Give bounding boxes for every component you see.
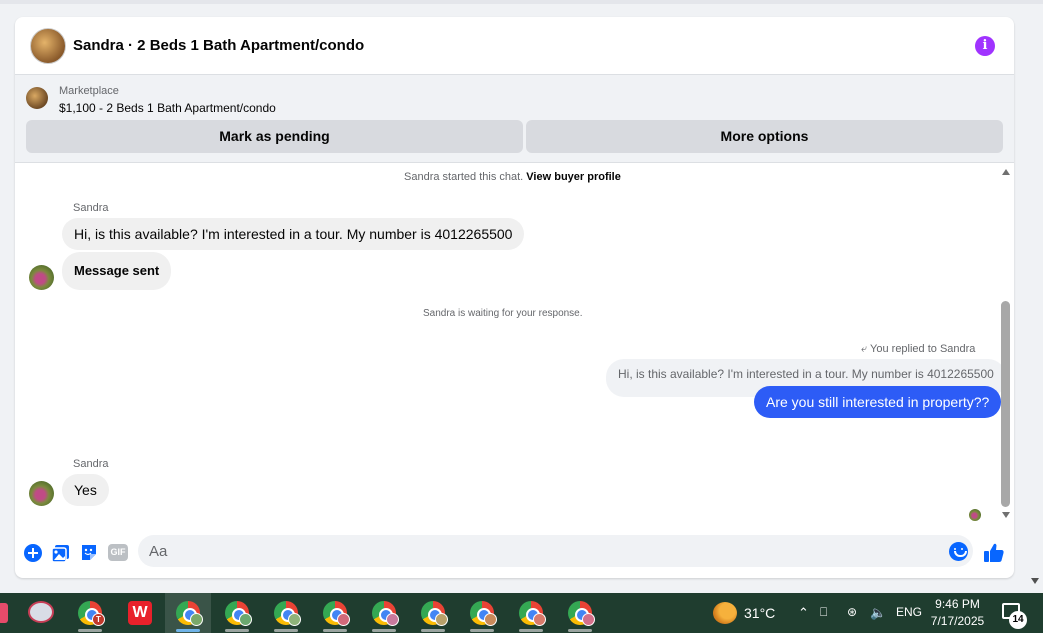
taskbar-snipping-tool[interactable]	[18, 593, 64, 633]
wps-office-icon: W	[128, 601, 152, 625]
message-list: Sandra started this chat. View buyer pro…	[15, 163, 1014, 530]
language-indicator[interactable]: ENG	[896, 605, 922, 619]
scroll-thumb[interactable]	[1001, 301, 1010, 507]
chat-started-text: Sandra started this chat.	[404, 171, 524, 183]
profile-badge-icon	[337, 613, 350, 626]
emoji-icon[interactable]	[949, 542, 968, 561]
listing-title[interactable]: $1,100 - 2 Beds 1 Bath Apartment/condo	[59, 101, 276, 115]
taskbar-chrome[interactable]	[312, 593, 358, 633]
more-options-button[interactable]: More options	[526, 120, 1003, 153]
taskbar: T W	[0, 593, 1043, 633]
profile-badge-icon	[386, 613, 399, 626]
mark-as-pending-button[interactable]: Mark as pending	[26, 120, 523, 153]
listing-avatar[interactable]	[30, 28, 66, 64]
taskbar-chrome[interactable]	[263, 593, 309, 633]
running-indicator	[568, 629, 592, 632]
page-scroll-down-arrow-icon[interactable]	[1031, 578, 1039, 584]
scroll-up-arrow-icon[interactable]	[1002, 169, 1010, 175]
photo-icon[interactable]	[51, 543, 71, 563]
like-thumbs-up-icon[interactable]	[983, 542, 1005, 564]
gif-icon[interactable]: GIF	[108, 544, 128, 561]
running-indicator	[519, 629, 543, 632]
running-indicator	[323, 629, 347, 632]
sender-name: Sandra	[73, 202, 109, 214]
replied-text: You replied to Sandra	[870, 343, 976, 355]
read-receipt-avatar	[969, 509, 981, 521]
taskbar-chrome[interactable]	[557, 593, 603, 633]
marketplace-label: Marketplace	[59, 85, 119, 97]
clock-time: 9:46 PM	[935, 597, 980, 611]
profile-badge-icon: T	[92, 613, 105, 626]
chat-started-notice: Sandra started this chat. View buyer pro…	[404, 171, 621, 183]
weather-icon[interactable]	[713, 602, 737, 624]
marketplace-panel: Marketplace $1,100 - 2 Beds 1 Bath Apart…	[15, 75, 1014, 163]
profile-badge-icon	[288, 613, 301, 626]
taskbar-chrome[interactable]	[410, 593, 456, 633]
notification-count-badge: 14	[1009, 611, 1027, 629]
taskbar-chrome[interactable]	[361, 593, 407, 633]
taskbar-wps-office[interactable]: W	[115, 593, 161, 633]
weather-temperature[interactable]: 31°C	[744, 605, 775, 621]
message-input[interactable]	[138, 535, 973, 567]
app-partial-icon	[0, 603, 8, 623]
running-indicator	[470, 629, 494, 632]
running-indicator	[78, 629, 102, 632]
window-top-edge	[0, 0, 1043, 4]
volume-icon[interactable]: 🔈	[870, 605, 886, 621]
message-composer: GIF	[15, 530, 1014, 578]
replied-indicator: ⤶ You replied to Sandra	[861, 343, 975, 356]
view-buyer-profile-link[interactable]: View buyer profile	[526, 171, 621, 183]
message-scrollbar[interactable]	[999, 163, 1014, 530]
bluetooth-device-icon[interactable]: ⎕	[820, 605, 827, 620]
taskbar-chrome[interactable]	[214, 593, 260, 633]
profile-badge-icon	[533, 613, 546, 626]
plus-circle-icon[interactable]	[23, 543, 43, 563]
snipping-tool-icon	[28, 601, 54, 623]
scroll-down-arrow-icon[interactable]	[1002, 512, 1010, 518]
profile-badge-icon	[582, 613, 595, 626]
profile-badge-icon	[190, 613, 203, 626]
incoming-message[interactable]: Message sent	[62, 252, 172, 290]
profile-badge-icon	[239, 613, 252, 626]
incoming-message[interactable]: Yes	[62, 474, 109, 506]
waiting-notice: Sandra is waiting for your response.	[423, 308, 583, 319]
taskbar-chrome[interactable]	[459, 593, 505, 633]
running-indicator	[225, 629, 249, 632]
incoming-message[interactable]: Hi, is this available? I'm interested in…	[62, 218, 525, 250]
listing-thumbnail[interactable]	[26, 87, 48, 109]
taskbar-chrome-profile-t[interactable]: T	[67, 593, 113, 633]
running-indicator	[372, 629, 396, 632]
outgoing-message[interactable]: Are you still interested in property??	[754, 386, 1002, 418]
wifi-icon[interactable]: ⊛	[847, 605, 857, 619]
sender-name: Sandra	[73, 458, 109, 470]
sender-avatar[interactable]	[29, 265, 54, 290]
chat-title[interactable]: Sandra · 2 Beds 1 Bath Apartment/condo	[73, 37, 364, 54]
running-indicator	[421, 629, 445, 632]
tray-chevron-up-icon[interactable]: ⌃	[798, 605, 809, 621]
taskbar-chrome[interactable]	[508, 593, 554, 633]
chat-window: Sandra · 2 Beds 1 Bath Apartment/condo i…	[15, 17, 1014, 578]
info-icon[interactable]: i	[975, 36, 995, 56]
chat-header: Sandra · 2 Beds 1 Bath Apartment/condo i	[15, 17, 1014, 75]
clock-date: 7/17/2025	[930, 614, 985, 628]
reply-arrow-icon: ⤶	[861, 343, 868, 355]
sticker-icon[interactable]	[79, 543, 99, 563]
profile-badge-icon	[484, 613, 497, 626]
taskbar-chrome-active[interactable]	[165, 593, 211, 633]
running-indicator	[274, 629, 298, 632]
sender-avatar[interactable]	[29, 481, 54, 506]
profile-badge-icon	[435, 613, 448, 626]
taskbar-clock[interactable]: 9:46 PM 7/17/2025	[925, 596, 990, 630]
running-indicator	[176, 629, 200, 632]
